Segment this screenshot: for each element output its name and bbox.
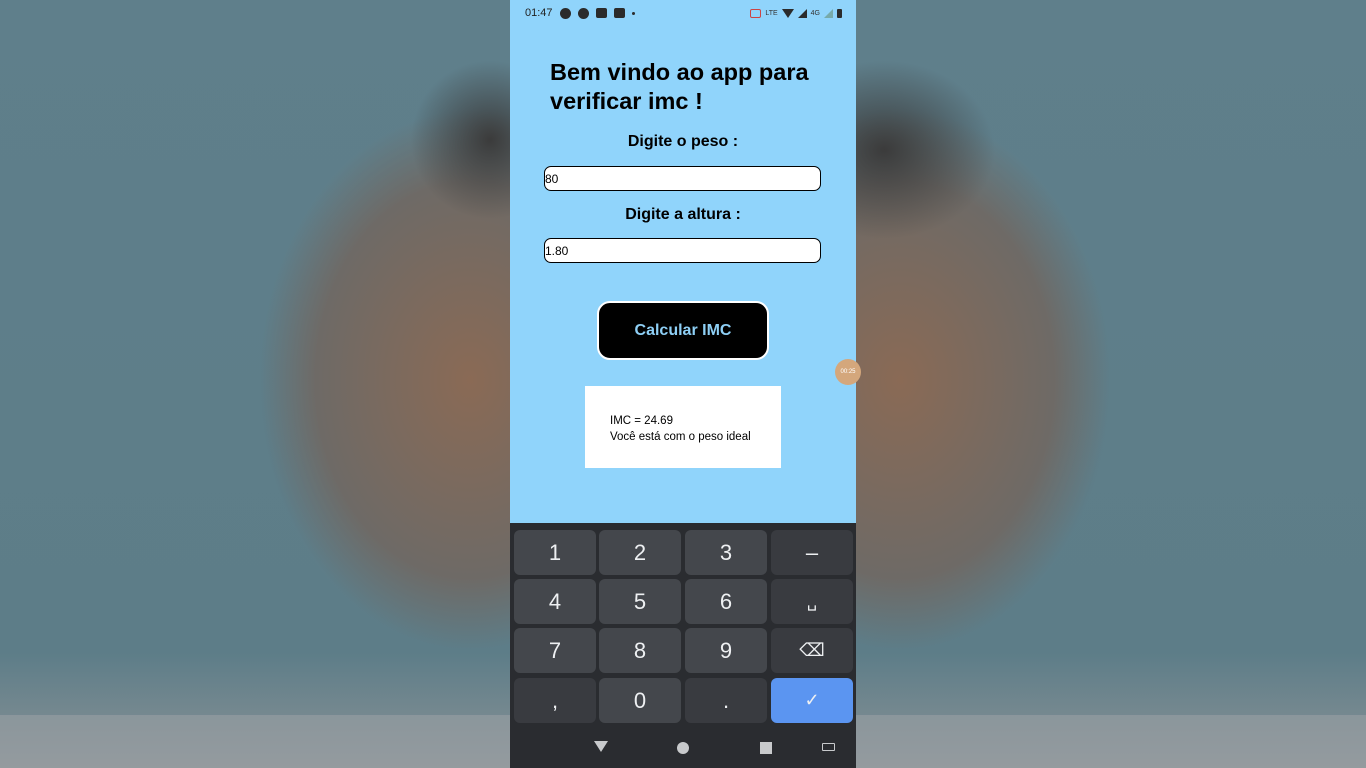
height-label: Digite a altura : [625, 206, 741, 223]
status-bar: 01:47 LTE 4G [510, 0, 856, 26]
key-minus[interactable]: – [771, 530, 853, 575]
clock: 01:47 [525, 7, 553, 19]
home-icon[interactable] [677, 742, 689, 754]
page-title: Bem vindo ao app para verificar imc ! [550, 59, 809, 114]
signal-icon [797, 8, 807, 18]
floating-recorder-bubble[interactable]: 00:25 [835, 359, 861, 385]
wifi-icon [781, 8, 794, 18]
back-icon[interactable] [594, 741, 608, 752]
keyboard-switch-icon[interactable] [822, 743, 835, 751]
key-6[interactable]: 6 [685, 579, 767, 624]
calculate-imc-button[interactable]: Calcular IMC [597, 301, 769, 360]
key-comma[interactable]: , [514, 678, 596, 723]
youtube-icon [613, 8, 625, 18]
key-9[interactable]: 9 [685, 628, 767, 673]
key-3[interactable]: 3 [685, 530, 767, 575]
checkmark-icon[interactable]: ✓ [771, 678, 853, 723]
app-notification-icon [595, 8, 607, 18]
space-icon[interactable]: ␣ [771, 579, 853, 624]
weight-input[interactable]: 80 [544, 166, 821, 191]
recents-icon[interactable] [760, 742, 772, 754]
whatsapp-icon [559, 7, 571, 19]
network-generation: 4G [810, 9, 820, 17]
more-notifications-icon [631, 11, 635, 15]
imc-status: Você está com o peso ideal [610, 431, 751, 443]
messages-icon [577, 7, 589, 19]
key-1[interactable]: 1 [514, 530, 596, 575]
key-4[interactable]: 4 [514, 579, 596, 624]
key-5[interactable]: 5 [599, 579, 681, 624]
backspace-icon[interactable]: ⌫ [771, 628, 853, 673]
key-2[interactable]: 2 [599, 530, 681, 575]
key-period[interactable]: . [685, 678, 767, 723]
phone-screen: 01:47 LTE 4G Bem vindo ao app para verif… [510, 0, 856, 768]
cast-icon [750, 8, 762, 18]
background-shape-right [856, 60, 996, 240]
key-7[interactable]: 7 [514, 628, 596, 673]
height-input[interactable]: 1.80 [544, 238, 821, 263]
network-type: LTE [765, 9, 778, 17]
background-shape-left [410, 60, 510, 220]
weight-label: Digite o peso : [627, 133, 739, 150]
battery-icon [837, 8, 842, 18]
navigation-bar [510, 723, 856, 768]
signal-secondary-icon [824, 8, 833, 18]
key-0[interactable]: 0 [599, 678, 681, 723]
result-box: IMC = 24.69 Você está com o peso ideal [585, 386, 781, 468]
key-8[interactable]: 8 [599, 628, 681, 673]
imc-result: IMC = 24.69 [610, 415, 673, 427]
